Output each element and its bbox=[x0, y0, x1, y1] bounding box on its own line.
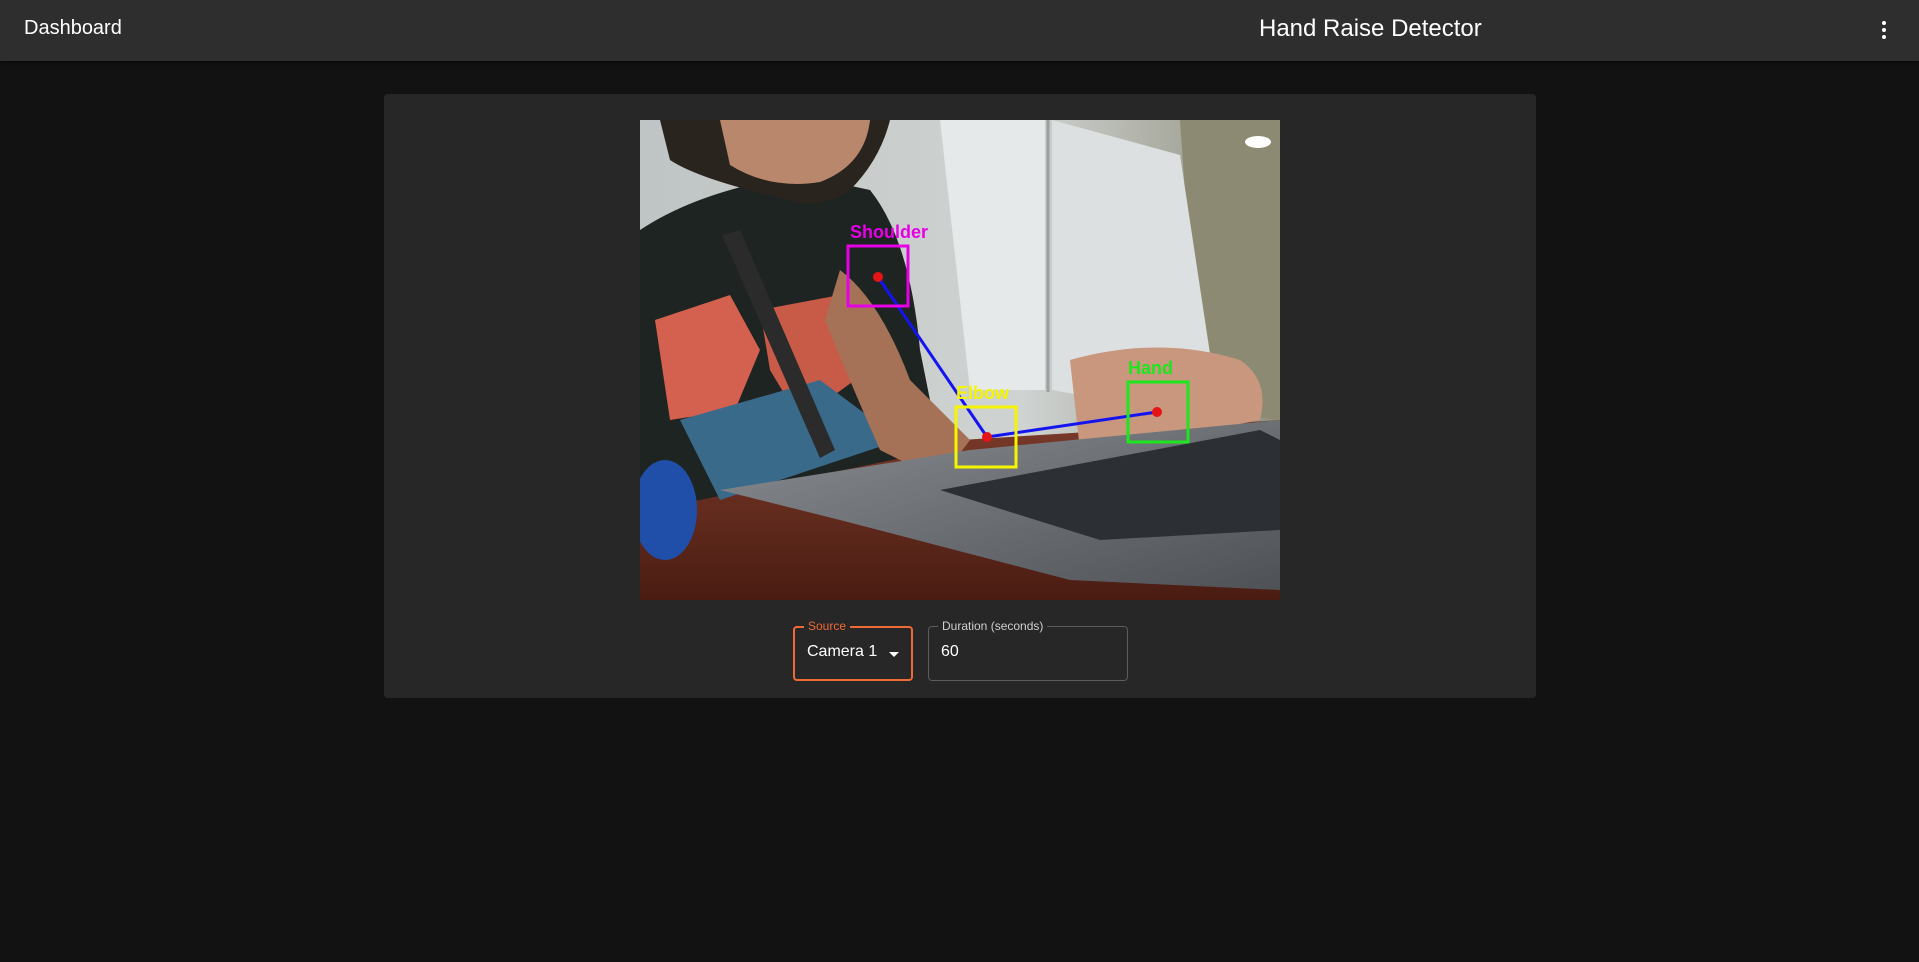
shoulder-joint bbox=[873, 272, 883, 282]
app-bar: Dashboard Hand Raise Detector bbox=[0, 0, 1919, 61]
hand-joint bbox=[1152, 407, 1162, 417]
detector-card: Shoulder Elbow Hand Source Camera 1 Dura… bbox=[384, 94, 1536, 698]
camera-frame: Shoulder Elbow Hand bbox=[640, 120, 1280, 600]
source-value: Camera 1 bbox=[807, 643, 878, 660]
caret-down-icon bbox=[889, 652, 899, 657]
more-vertical-icon[interactable] bbox=[1872, 16, 1896, 44]
elbow-label: Elbow bbox=[956, 383, 1010, 403]
ceiling-light bbox=[1245, 136, 1271, 148]
page-title: Hand Raise Detector bbox=[1259, 15, 1482, 42]
elbow-joint bbox=[982, 432, 992, 442]
camera-feed: Shoulder Elbow Hand bbox=[640, 120, 1280, 600]
shoulder-label: Shoulder bbox=[850, 222, 928, 242]
menu-dot bbox=[1882, 21, 1886, 25]
duration-input[interactable]: Duration (seconds) 60 bbox=[928, 618, 1128, 681]
dashboard-link[interactable]: Dashboard bbox=[24, 17, 122, 40]
source-select[interactable]: Source Camera 1 bbox=[793, 618, 913, 681]
menu-dot bbox=[1882, 28, 1886, 32]
source-label: Source bbox=[804, 618, 851, 634]
duration-value: 60 bbox=[941, 643, 959, 660]
menu-dot bbox=[1882, 35, 1886, 39]
duration-label: Duration (seconds) bbox=[938, 618, 1048, 634]
hand-label: Hand bbox=[1128, 358, 1173, 378]
